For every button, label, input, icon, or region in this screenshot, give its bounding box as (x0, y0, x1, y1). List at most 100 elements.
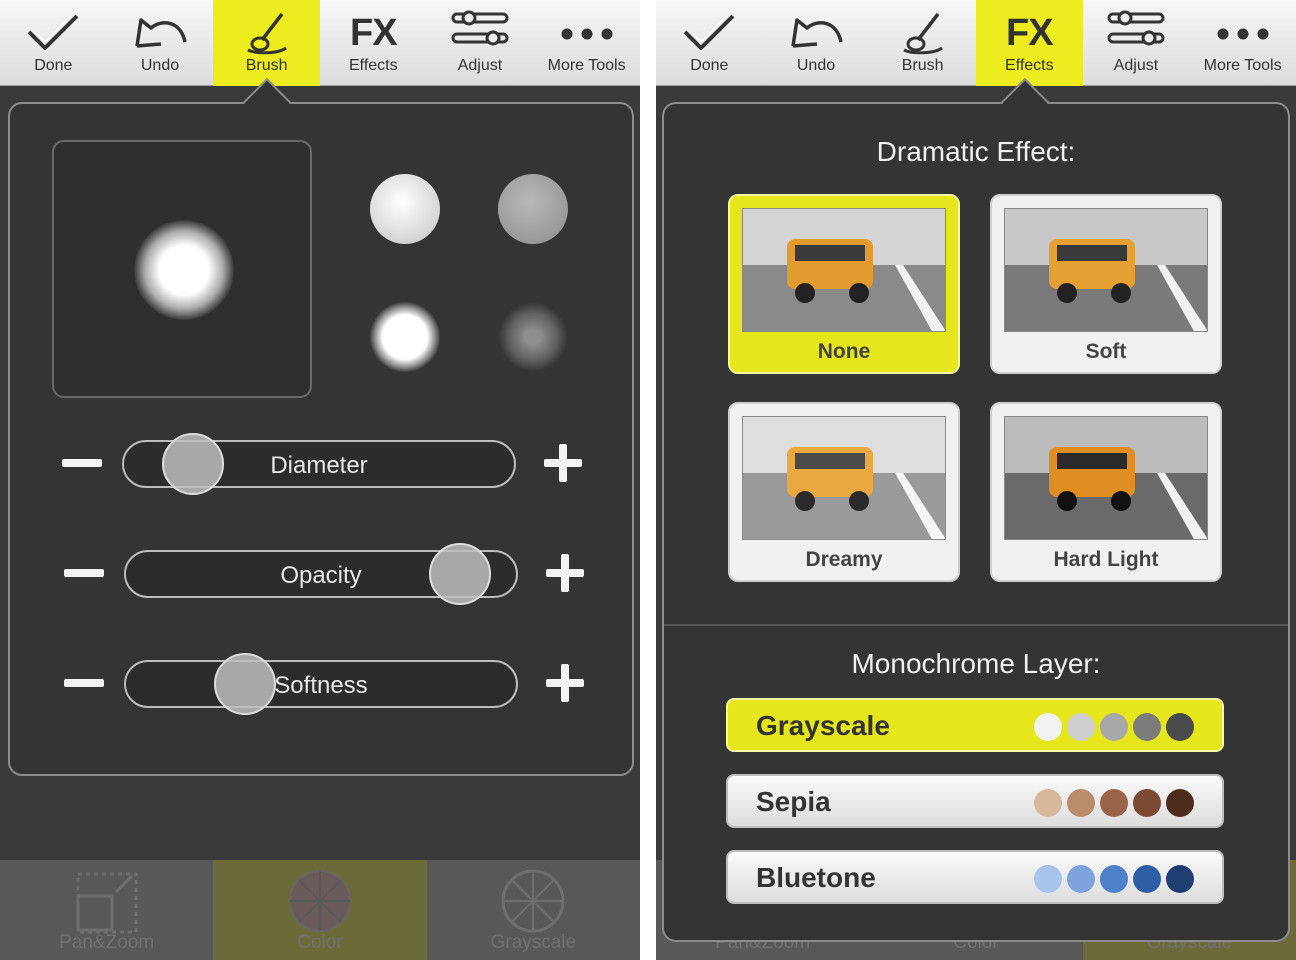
checkmark-icon (683, 14, 735, 50)
more-tools-label: More Tools (547, 57, 626, 74)
done-button[interactable]: Done (0, 0, 107, 86)
more-tools-button[interactable]: More Tools (533, 0, 640, 86)
brush-label: Brush (901, 57, 944, 74)
brush-preview (52, 140, 312, 398)
toolbar: Done Undo Brush FX Effects Adjust More T… (656, 0, 1296, 86)
mono-sepia-option[interactable]: Sepia (726, 774, 1224, 828)
effects-screen: Done Undo Brush FX Effects Adjust More T… (656, 0, 1296, 960)
done-label: Done (34, 57, 73, 74)
swatch (1166, 865, 1194, 893)
sliders-icon (451, 10, 509, 46)
adjust-label: Adjust (457, 57, 503, 74)
brush-option-gray-large[interactable] (498, 174, 568, 244)
effect-soft-thumbnail (1004, 208, 1208, 332)
softness-decrease-button[interactable] (64, 679, 104, 687)
effects-tab[interactable]: FX Effects (975, 0, 1083, 86)
brush-preview-dot (134, 220, 234, 320)
sliders-icon (1107, 10, 1165, 46)
softness-slider-row: Softness (64, 653, 584, 715)
adjust-tab[interactable]: Adjust (427, 0, 534, 86)
effect-hard-light-thumbnail (1004, 416, 1208, 540)
brush-icon (246, 12, 287, 55)
undo-button[interactable]: Undo (763, 0, 870, 86)
done-button[interactable]: Done (656, 0, 763, 86)
brush-icon (902, 12, 943, 55)
opacity-increase-plus-stroke (561, 554, 569, 592)
fx-icon: FX (350, 12, 398, 54)
swatch (1133, 789, 1161, 817)
effect-dreamy-thumbnail (742, 416, 946, 540)
more-icon (1217, 28, 1269, 40)
color-button[interactable]: Color (213, 860, 427, 960)
more-icon (561, 28, 613, 40)
effect-soft-label: Soft (1085, 340, 1127, 363)
undo-label: Undo (140, 57, 180, 74)
swatch (1100, 789, 1128, 817)
done-label: Done (690, 57, 729, 74)
softness-slider[interactable]: Softness (124, 653, 518, 715)
monochrome-layer-title: Monochrome Layer: (851, 648, 1101, 679)
effect-dreamy-card[interactable]: Dreamy (728, 402, 960, 582)
fx-icon: FX (1006, 12, 1054, 54)
diameter-slider[interactable]: Diameter (122, 433, 516, 495)
swatch (1067, 865, 1095, 893)
effect-soft-card[interactable]: Soft (990, 194, 1222, 374)
pan-zoom-icon (76, 872, 138, 934)
mono-sepia-swatches (1034, 789, 1194, 817)
grayscale-button[interactable]: Grayscale (427, 860, 640, 960)
checkmark-icon (27, 14, 79, 50)
dramatic-effect-title: Dramatic Effect: (876, 136, 1076, 167)
swatch (1034, 865, 1062, 893)
swatch (1100, 865, 1128, 893)
mono-grayscale-label: Grayscale (756, 710, 890, 741)
mono-bluetone-swatches (1034, 865, 1194, 893)
color-label: Color (297, 932, 343, 953)
opacity-slider-knob[interactable] (429, 543, 492, 605)
swatch (1133, 865, 1161, 893)
effects-label: Effects (1004, 57, 1054, 74)
brush-tab[interactable]: Brush (213, 0, 320, 86)
diameter-decrease-button[interactable] (62, 459, 102, 467)
more-tools-label: More Tools (1203, 57, 1282, 74)
brush-option-soft-gray[interactable] (498, 302, 568, 372)
opacity-slider[interactable]: Opacity (124, 543, 518, 605)
effect-none-label: None (817, 340, 871, 363)
mono-bluetone-label: Bluetone (756, 862, 876, 893)
toolbar: Done Undo Brush FX Effects Adjust More T… (0, 0, 640, 86)
softness-increase-plus-stroke (561, 664, 569, 702)
mono-bluetone-option[interactable]: Bluetone (726, 850, 1224, 904)
brush-screen: Done Undo Brush FX Effects Adjust More T… (0, 0, 640, 960)
opacity-slider-row: Opacity (64, 543, 584, 605)
more-tools-button[interactable]: More Tools (1189, 0, 1296, 86)
effect-hard-light-card[interactable]: Hard Light (990, 402, 1222, 582)
diameter-increase-plus-stroke (559, 444, 567, 482)
swatch (1100, 713, 1128, 741)
effects-tab[interactable]: FX Effects (320, 0, 427, 86)
effect-none-card[interactable]: None (728, 194, 960, 374)
grayscale-wheel-icon (501, 869, 565, 933)
swatch (1166, 713, 1194, 741)
effect-dreamy-label: Dreamy (805, 548, 883, 571)
undo-label: Undo (796, 57, 836, 74)
opacity-decrease-button[interactable] (64, 569, 104, 577)
mono-sepia-label: Sepia (756, 786, 831, 817)
bottom-toolbar: Pan&Zoom Color Grayscale (0, 860, 640, 960)
swatch (1133, 713, 1161, 741)
undo-button[interactable]: Undo (107, 0, 214, 86)
effect-none-thumbnail (742, 208, 946, 332)
effect-hard-light-label: Hard Light (1053, 548, 1159, 571)
diameter-slider-knob[interactable] (161, 433, 224, 495)
undo-icon (135, 18, 187, 48)
adjust-tab[interactable]: Adjust (1083, 0, 1190, 86)
brush-option-hard-large[interactable] (370, 174, 440, 244)
color-wheel-icon (288, 870, 351, 932)
softness-slider-knob[interactable] (213, 653, 276, 715)
brush-tab[interactable]: Brush (869, 0, 976, 86)
swatch (1166, 789, 1194, 817)
panel-divider (664, 624, 1288, 626)
mono-grayscale-option[interactable]: Grayscale (726, 698, 1224, 752)
brush-option-soft-white[interactable] (370, 302, 440, 372)
grayscale-label: Grayscale (490, 932, 577, 953)
pan-zoom-button[interactable]: Pan&Zoom (0, 860, 213, 960)
swatch (1034, 789, 1062, 817)
